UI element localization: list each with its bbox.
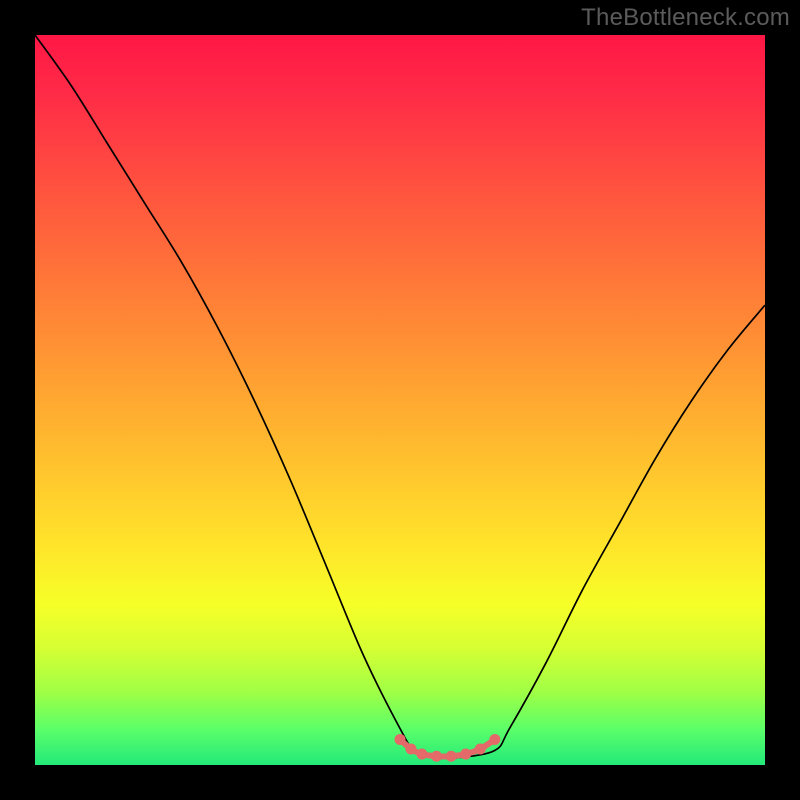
marker-dot	[446, 751, 457, 762]
marker-dot	[405, 743, 416, 754]
chart-frame: TheBottleneck.com	[0, 0, 800, 800]
marker-dot	[416, 749, 427, 760]
marker-dot	[395, 734, 406, 745]
marker-valley	[395, 734, 501, 762]
bottleneck-curve	[35, 35, 765, 765]
v-curve-path	[35, 35, 765, 759]
marker-dot	[475, 743, 486, 754]
marker-dot	[489, 734, 500, 745]
marker-dot	[460, 749, 471, 760]
plot-area	[35, 35, 765, 765]
marker-dot	[431, 751, 442, 762]
watermark-text: TheBottleneck.com	[581, 4, 790, 32]
